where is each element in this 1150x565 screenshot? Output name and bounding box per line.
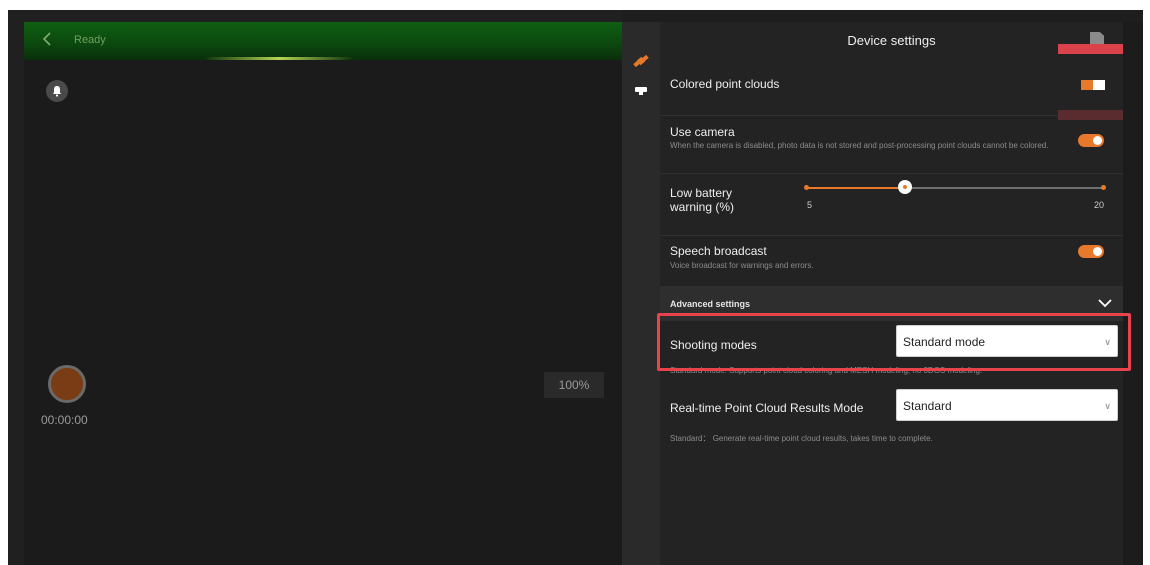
camera-view: Ready 00:00:00 100%	[24, 22, 622, 565]
slider-thumb-center	[903, 185, 907, 189]
setting-colored-point-clouds: Colored point clouds	[660, 60, 1123, 116]
chevron-left-icon	[42, 32, 51, 46]
realtime-mode-desc: Standard： Generate real-time point cloud…	[670, 434, 933, 443]
camera-panel: Ready 00:00:00 100%	[8, 10, 622, 565]
record-timer: 00:00:00	[41, 413, 88, 427]
device-icon	[635, 87, 647, 95]
bell-icon	[53, 86, 61, 97]
slider-min-dot	[804, 185, 809, 190]
status-bar: Ready	[24, 22, 622, 60]
chevron-down-icon: ∨	[1104, 401, 1111, 411]
chevron-down-icon	[1098, 299, 1112, 308]
zoom-level[interactable]: 100%	[544, 372, 604, 398]
colored-point-clouds-toggle[interactable]	[1081, 80, 1105, 90]
advanced-settings-label: Advanced settings	[670, 299, 751, 309]
device-settings-panel: Device settings Colored point clouds Use…	[660, 22, 1123, 565]
setting-low-battery: Low battery warning (%)	[660, 174, 1123, 236]
device-tab[interactable]	[632, 82, 650, 100]
satellite-tab[interactable]	[632, 52, 650, 70]
speech-desc: Voice broadcast for warnings and errors.	[670, 261, 814, 270]
right-gutter	[1123, 22, 1143, 565]
slider-min-label: 5	[807, 200, 813, 210]
realtime-mode-label: Real-time Point Cloud Results Mode	[670, 401, 864, 415]
low-battery-label-line1: Low battery	[670, 186, 733, 200]
realtime-mode-select[interactable]: Standard ∨	[896, 389, 1118, 421]
settings-title: Device settings	[847, 33, 936, 48]
slider-max-label: 20	[1094, 200, 1105, 210]
use-camera-desc: When the camera is disabled, photo data …	[670, 141, 1049, 150]
setting-use-camera: Use camera When the camera is disabled, …	[660, 116, 1123, 174]
status-text: Ready	[74, 34, 106, 46]
slider-max-dot	[1101, 185, 1106, 190]
tool-rail	[622, 22, 660, 565]
setting-speech-broadcast: Speech broadcast Voice broadcast for war…	[660, 236, 1123, 287]
realtime-mode-value: Standard	[903, 399, 952, 413]
battery-slider-fill	[806, 187, 904, 189]
status-glow	[204, 57, 354, 60]
redaction-bar	[1058, 44, 1123, 54]
use-camera-toggle[interactable]	[1078, 134, 1104, 147]
back-button[interactable]	[42, 32, 58, 50]
highlight-box	[657, 313, 1131, 371]
use-camera-label: Use camera	[670, 125, 735, 139]
speech-label: Speech broadcast	[670, 244, 767, 258]
app-window: Ready 00:00:00 100% Device settings Colo…	[8, 10, 1143, 565]
satellite-icon	[633, 54, 649, 68]
speech-toggle[interactable]	[1078, 245, 1104, 258]
notification-button[interactable]	[46, 80, 68, 102]
record-button[interactable]	[48, 365, 86, 403]
low-battery-label-line2: warning (%)	[670, 200, 735, 214]
colored-point-clouds-label: Colored point clouds	[670, 77, 780, 91]
